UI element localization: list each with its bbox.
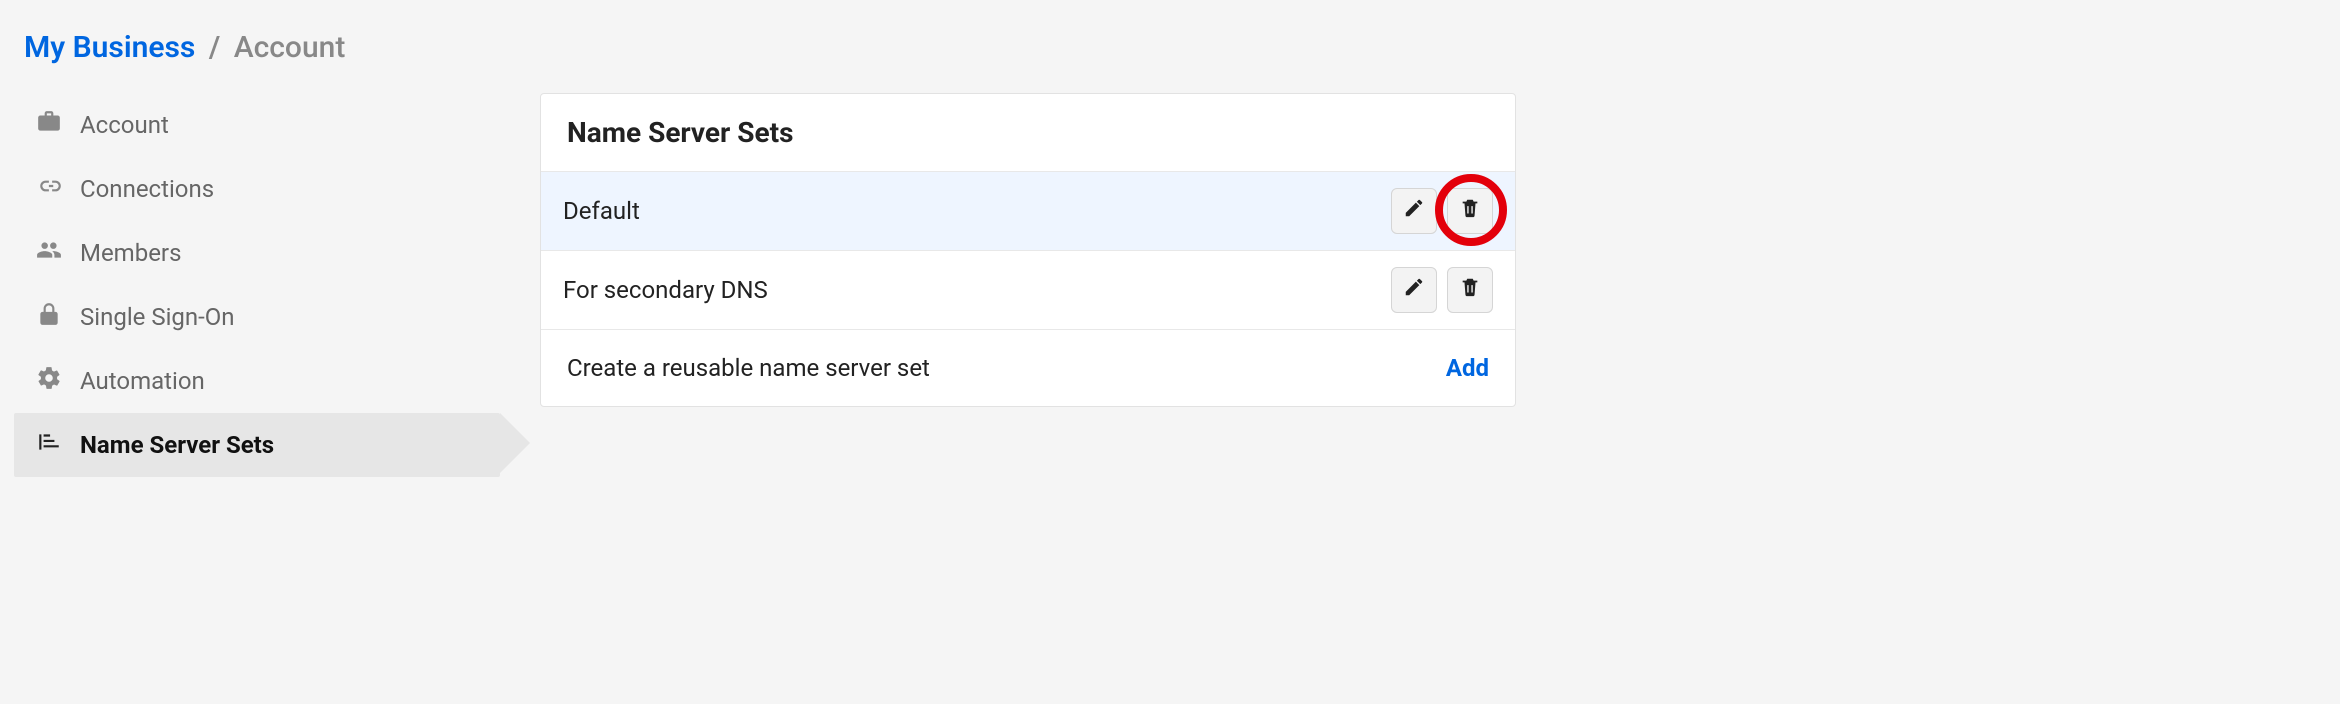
users-icon (36, 237, 62, 269)
briefcase-icon (36, 109, 62, 141)
breadcrumb-separator: / (203, 30, 226, 65)
delete-button[interactable] (1447, 267, 1493, 313)
main-content: Name Server Sets Default (500, 93, 1540, 407)
breadcrumb-current: Account (234, 30, 346, 65)
trash-icon (1459, 197, 1481, 225)
sidebar-item-label: Connections (80, 175, 214, 203)
delete-button[interactable] (1447, 188, 1493, 234)
sidebar-item-account[interactable]: Account (14, 93, 500, 157)
name-server-sets-card: Name Server Sets Default (540, 93, 1516, 407)
card-footer: Create a reusable name server set Add (541, 330, 1515, 406)
sidebar-item-name-server-sets[interactable]: Name Server Sets (14, 413, 500, 477)
name-server-set-row[interactable]: For secondary DNS (541, 251, 1515, 330)
breadcrumb: My Business / Account (0, 20, 2340, 93)
add-button[interactable]: Add (1446, 354, 1489, 382)
sidebar-item-sso[interactable]: Single Sign-On (14, 285, 500, 349)
row-name: Default (563, 197, 640, 225)
sidebar-item-label: Name Server Sets (80, 431, 274, 459)
card-title: Name Server Sets (541, 94, 1515, 172)
sidebar-item-label: Automation (80, 367, 205, 395)
sidebar-item-members[interactable]: Members (14, 221, 500, 285)
edit-button[interactable] (1391, 267, 1437, 313)
sidebar-item-label: Members (80, 239, 181, 267)
link-icon (36, 173, 62, 205)
sidebar-item-label: Single Sign-On (80, 303, 235, 331)
row-actions (1391, 267, 1493, 313)
name-server-set-row[interactable]: Default (541, 172, 1515, 251)
breadcrumb-root-link[interactable]: My Business (24, 30, 195, 65)
list-icon (36, 429, 62, 461)
gear-icon (36, 365, 62, 397)
sidebar-item-automation[interactable]: Automation (14, 349, 500, 413)
lock-icon (36, 301, 62, 333)
pencil-icon (1403, 276, 1425, 304)
row-actions (1391, 188, 1493, 234)
footer-text: Create a reusable name server set (567, 354, 930, 382)
edit-button[interactable] (1391, 188, 1437, 234)
trash-icon (1459, 276, 1481, 304)
sidebar-item-label: Account (80, 111, 169, 139)
row-name: For secondary DNS (563, 276, 768, 304)
pencil-icon (1403, 197, 1425, 225)
sidebar: Account Connections Members Single Sign-… (0, 93, 500, 477)
sidebar-item-connections[interactable]: Connections (14, 157, 500, 221)
